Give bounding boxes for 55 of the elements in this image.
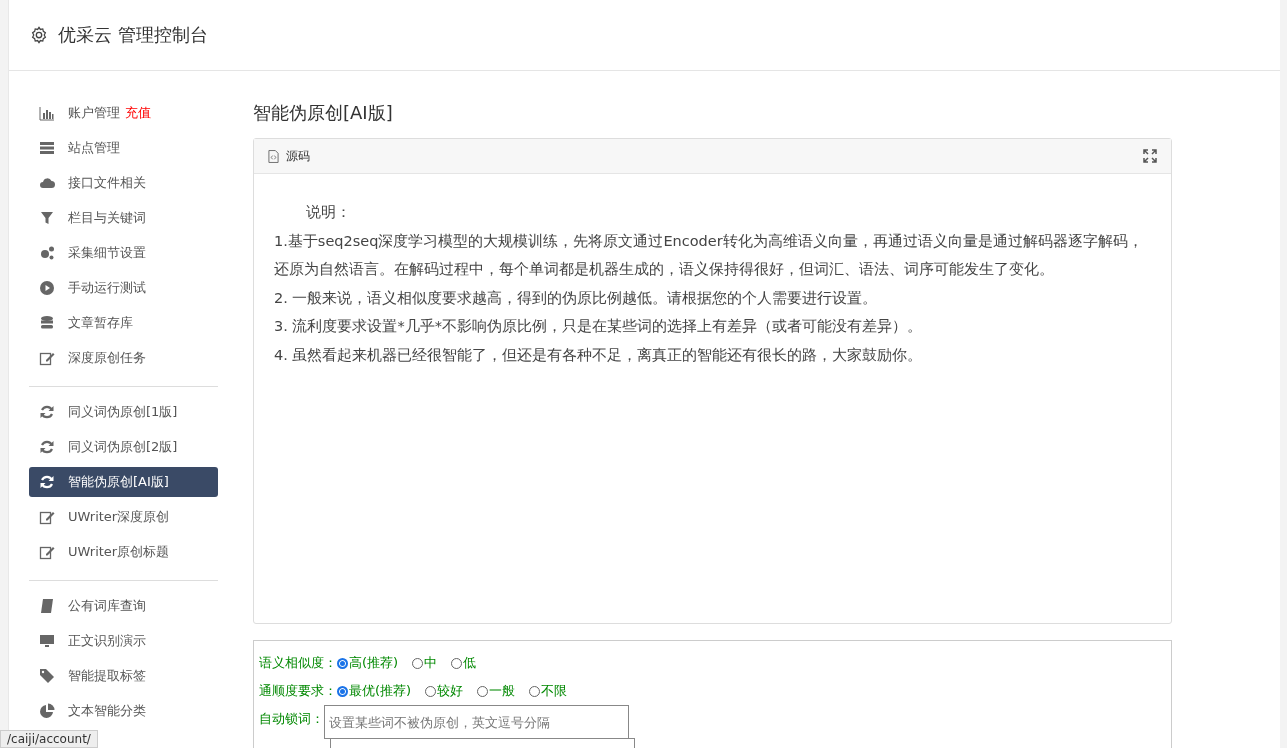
- radio-option[interactable]: 较好: [425, 682, 464, 700]
- description-text: 1.基于seq2seq深度学习模型的大规模训练，先将原文通过Encoder转化为高维语义向量，再通过语义向量是通过解码器逐字解码，还原为自然语言。在解码过程中，每个单词都是机器生成的，语义保持得很好，但词汇、语法、词序可能发生了变化。: [274, 231, 1144, 279]
- option-label: 自动锁词：: [259, 710, 324, 728]
- settings-icon: [30, 26, 48, 44]
- refresh-icon: [39, 474, 55, 490]
- description-text: 3. 流利度要求设置*几乎*不影响伪原比例，只是在某些词的选择上有差异（或者可能没有差异）。: [274, 317, 923, 336]
- sidebar-item[interactable]: 手动运行测试: [29, 273, 218, 303]
- play-icon: [39, 280, 55, 296]
- radio-option[interactable]: 高(推荐): [337, 654, 399, 672]
- filter-icon: [39, 210, 55, 226]
- sidebar-item[interactable]: UWriter深度原创: [29, 502, 218, 532]
- sidebar-item[interactable]: 栏目与关键词: [29, 203, 218, 233]
- description-text: 说明：: [305, 203, 352, 222]
- radio-option[interactable]: 一般: [477, 682, 516, 700]
- cloud-icon: [39, 175, 55, 191]
- radio-option[interactable]: 最优(推荐): [337, 682, 412, 700]
- sidebar-item[interactable]: 智能提取标签: [29, 661, 218, 691]
- sidebar-item[interactable]: UWriter原创标题: [29, 537, 218, 567]
- status-url: /caiji/account/: [0, 730, 98, 748]
- sidebar-item[interactable]: 账户管理 充值: [29, 98, 218, 128]
- file-code-icon: [268, 149, 279, 163]
- option-label: 通顺度要求：: [259, 682, 337, 700]
- description-text: 4. 虽然看起来机器已经很智能了，但还是有各种不足，离真正的智能还有很长的路，大家鼓励你。: [274, 345, 924, 365]
- lock-words-field[interactable]: 设置某些词不被伪原创，英文逗号分隔: [324, 705, 629, 739]
- server-icon: [39, 140, 55, 156]
- sidebar-item[interactable]: 文章暂存库: [29, 308, 218, 338]
- tag-icon: [39, 668, 55, 684]
- edit-icon: [39, 350, 55, 366]
- console-title: 优采云 管理控制台: [58, 23, 208, 47]
- sidebar-item[interactable]: 文本智能分类: [29, 696, 218, 726]
- fullscreen-icon[interactable]: [1143, 149, 1157, 163]
- sidebar-item[interactable]: 站点管理: [29, 133, 218, 163]
- sidebar-item[interactable]: 同义词伪原创[1版]: [29, 397, 218, 427]
- page-title: 智能伪原创[AI版]: [253, 101, 394, 125]
- edit-icon: [39, 544, 55, 560]
- sidebar-item[interactable]: 正文识别演示: [29, 626, 218, 656]
- refresh-icon: [39, 404, 55, 420]
- edit-icon: [39, 509, 55, 525]
- radio-option[interactable]: 中: [412, 654, 438, 672]
- description-text: 2. 一般来说，语义相似度要求越高，得到的伪原比例越低。请根据您的个人需要进行设置。: [274, 288, 879, 308]
- source-button[interactable]: 源码: [268, 147, 310, 165]
- sidebar-item[interactable]: 采集细节设置: [29, 238, 218, 268]
- database-icon: [39, 315, 55, 331]
- chart-icon: [39, 105, 55, 121]
- sidebar-item[interactable]: 深度原创任务: [29, 343, 218, 373]
- radio-option[interactable]: 低: [451, 654, 477, 672]
- radio-option[interactable]: 不限: [529, 682, 568, 700]
- sidebar-item[interactable]: 接口文件相关: [29, 168, 218, 198]
- sidebar-item[interactable]: 同义词伪原创[2版]: [29, 432, 218, 462]
- sidebar-item[interactable]: 智能伪原创[AI版]: [29, 467, 218, 497]
- monitor-icon: [39, 633, 55, 649]
- sidebar-item[interactable]: 公有词库查询: [29, 591, 218, 621]
- option-label: 语义相似度：: [259, 654, 337, 672]
- pie-icon: [39, 703, 55, 719]
- refresh-icon: [39, 439, 55, 455]
